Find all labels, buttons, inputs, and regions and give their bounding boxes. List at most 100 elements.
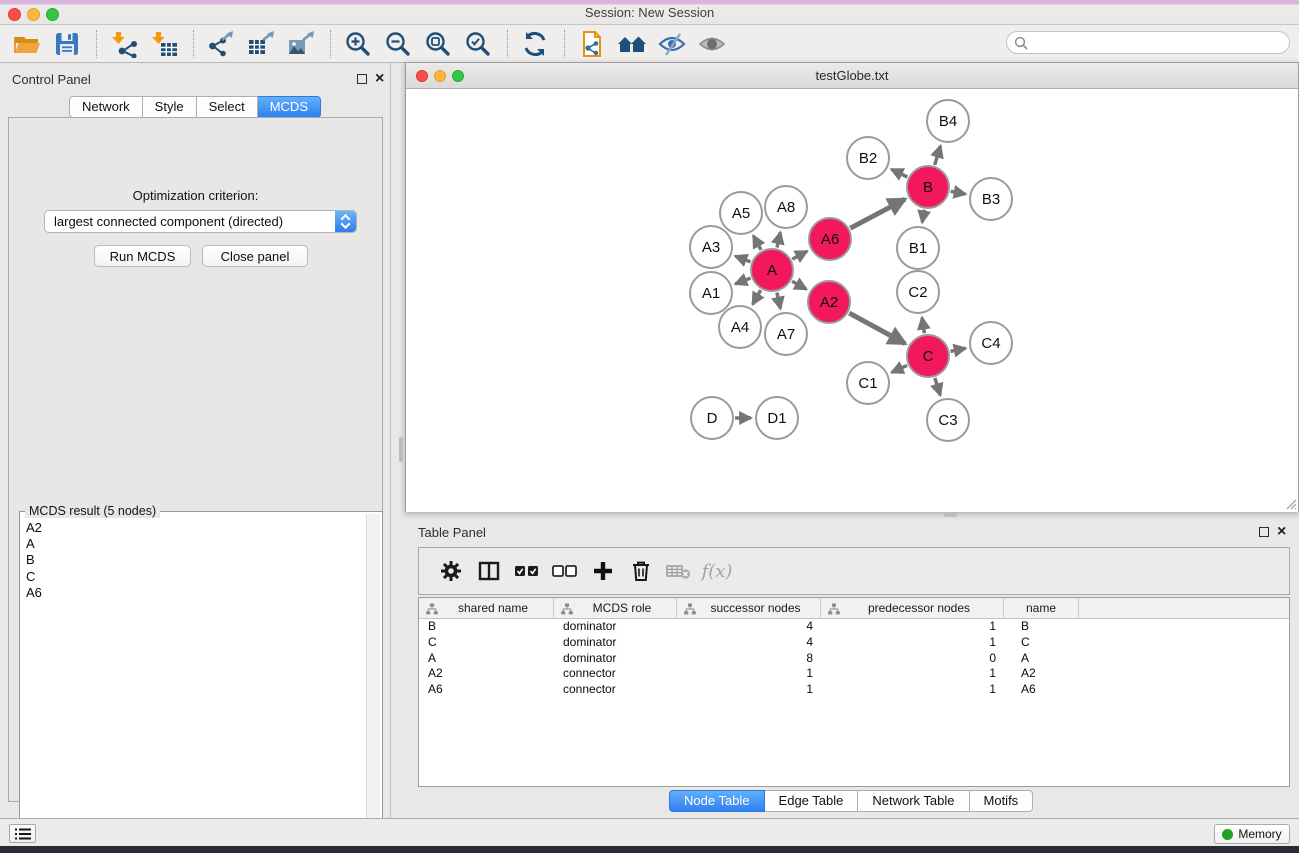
zoom-in-button[interactable]: [341, 28, 375, 60]
import-table-button[interactable]: [147, 28, 181, 60]
table-cell[interactable]: A6: [419, 682, 554, 698]
column-header-successor-nodes[interactable]: successor nodes: [677, 598, 821, 618]
graph-edge-C-C3[interactable]: [935, 378, 940, 395]
graph-edge-A6-B[interactable]: [850, 199, 905, 228]
mcds-result-item[interactable]: A2: [22, 520, 365, 536]
graph-edge-A-A3[interactable]: [735, 256, 750, 262]
table-cell[interactable]: A6: [1004, 682, 1079, 698]
network-window-titlebar[interactable]: testGlobe.txt: [406, 63, 1298, 89]
table-cell[interactable]: connector: [554, 682, 677, 698]
column-header-shared-name[interactable]: shared name: [419, 598, 554, 618]
show-column-panel-button[interactable]: [471, 554, 507, 588]
table-cell[interactable]: connector: [554, 666, 677, 682]
graph-edge-B-B1[interactable]: [922, 210, 924, 223]
mcds-result-scrollbar[interactable]: [366, 514, 380, 844]
tab-motifs[interactable]: Motifs: [970, 790, 1034, 812]
graph-edge-C-C4[interactable]: [951, 348, 966, 351]
table-cell[interactable]: 1: [821, 666, 1004, 682]
table-cell[interactable]: dominator: [554, 651, 677, 667]
deselect-all-columns-button[interactable]: [547, 554, 583, 588]
delete-column-button[interactable]: [623, 554, 659, 588]
graph-edge-A-A1[interactable]: [735, 278, 750, 284]
zoom-fit-button[interactable]: [421, 28, 455, 60]
graph-edge-B-B4[interactable]: [935, 146, 941, 165]
show-hidden-button[interactable]: [695, 28, 729, 60]
table-cell[interactable]: C: [1004, 635, 1079, 651]
column-header-predecessor-nodes[interactable]: predecessor nodes: [821, 598, 1004, 618]
home-button[interactable]: [615, 28, 649, 60]
graph-edge-A-A4[interactable]: [753, 290, 761, 304]
table-row[interactable]: Bdominator41B: [419, 619, 1289, 635]
table-cell[interactable]: 4: [677, 635, 821, 651]
criterion-select[interactable]: largest connected component (directed): [44, 210, 357, 233]
network-canvas[interactable]: AA1A2A3A4A5A6A7A8BB1B2B3B4CC1C2C3C4DD1: [406, 89, 1298, 512]
table-row[interactable]: Adominator80A: [419, 651, 1289, 667]
open-session-button[interactable]: [10, 28, 44, 60]
table-cell[interactable]: 1: [677, 666, 821, 682]
select-all-columns-button[interactable]: [509, 554, 545, 588]
graph-edge-A-A2[interactable]: [792, 281, 806, 289]
column-header-name[interactable]: name: [1004, 598, 1079, 618]
table-cell[interactable]: 1: [821, 635, 1004, 651]
tab-node-table[interactable]: Node Table: [669, 790, 765, 812]
table-cell[interactable]: 0: [821, 651, 1004, 667]
graph-edge-A-A5[interactable]: [753, 236, 761, 250]
table-cell[interactable]: B: [1004, 619, 1079, 635]
hide-selected-button[interactable]: [655, 28, 689, 60]
refresh-button[interactable]: [518, 28, 552, 60]
tab-select[interactable]: Select: [197, 96, 258, 118]
tab-network[interactable]: Network: [69, 96, 143, 118]
graph-edge-B-B3[interactable]: [951, 191, 966, 194]
table-cell[interactable]: A: [419, 651, 554, 667]
delete-table-button[interactable]: [661, 554, 697, 588]
graph-edge-C-C2[interactable]: [922, 318, 924, 334]
table-row[interactable]: A6connector11A6: [419, 682, 1289, 698]
close-panel-icon[interactable]: ×: [375, 73, 384, 85]
float-panel-icon[interactable]: [357, 74, 367, 84]
resize-grip[interactable]: [1283, 496, 1297, 510]
table-cell[interactable]: 1: [821, 619, 1004, 635]
table-row[interactable]: A2connector11A2: [419, 666, 1289, 682]
search-field[interactable]: [1006, 31, 1290, 54]
float-table-panel-icon[interactable]: [1259, 527, 1269, 537]
table-cell[interactable]: 1: [821, 682, 1004, 698]
mcds-result-item[interactable]: C: [22, 569, 365, 585]
export-image-button[interactable]: [284, 28, 318, 60]
export-network-button[interactable]: [204, 28, 238, 60]
table-cell[interactable]: A: [1004, 651, 1079, 667]
zoom-selected-button[interactable]: [461, 28, 495, 60]
table-cell[interactable]: 1: [677, 682, 821, 698]
table-cell[interactable]: dominator: [554, 619, 677, 635]
table-cell[interactable]: A2: [419, 666, 554, 682]
function-builder-button[interactable]: f(x): [699, 554, 735, 588]
graph-edge-B-B2[interactable]: [891, 169, 907, 177]
graph-edge-A2-C[interactable]: [849, 313, 905, 344]
graph-edge-A-A7[interactable]: [777, 292, 781, 308]
close-table-panel-icon[interactable]: ×: [1277, 526, 1286, 538]
tab-style[interactable]: Style: [143, 96, 197, 118]
zoom-out-button[interactable]: [381, 28, 415, 60]
mcds-result-item[interactable]: A: [22, 536, 365, 552]
desktop-horizontal-scroll-thumb[interactable]: [944, 512, 957, 517]
mcds-result-list[interactable]: A2ABCA6: [22, 520, 365, 844]
memory-button[interactable]: Memory: [1214, 824, 1290, 844]
network-graph[interactable]: AA1A2A3A4A5A6A7A8BB1B2B3B4CC1C2C3C4DD1: [406, 89, 1298, 512]
column-header-MCDS-role[interactable]: MCDS role: [554, 598, 677, 618]
run-mcds-button[interactable]: Run MCDS: [94, 245, 191, 267]
tab-network-table[interactable]: Network Table: [858, 790, 969, 812]
tab-mcds[interactable]: MCDS: [258, 96, 321, 118]
table-cell[interactable]: B: [419, 619, 554, 635]
task-history-button[interactable]: [9, 824, 36, 843]
table-settings-button[interactable]: [433, 554, 469, 588]
import-network-button[interactable]: [107, 28, 141, 60]
create-column-button[interactable]: [585, 554, 621, 588]
clone-network-button[interactable]: [575, 28, 609, 60]
search-input[interactable]: [1028, 36, 1268, 50]
mcds-result-item[interactable]: A6: [22, 585, 365, 601]
table-cell[interactable]: C: [419, 635, 554, 651]
table-cell[interactable]: A2: [1004, 666, 1079, 682]
mcds-result-item[interactable]: B: [22, 552, 365, 568]
table-cell[interactable]: 8: [677, 651, 821, 667]
table-cell[interactable]: dominator: [554, 635, 677, 651]
close-panel-button[interactable]: Close panel: [202, 245, 308, 267]
